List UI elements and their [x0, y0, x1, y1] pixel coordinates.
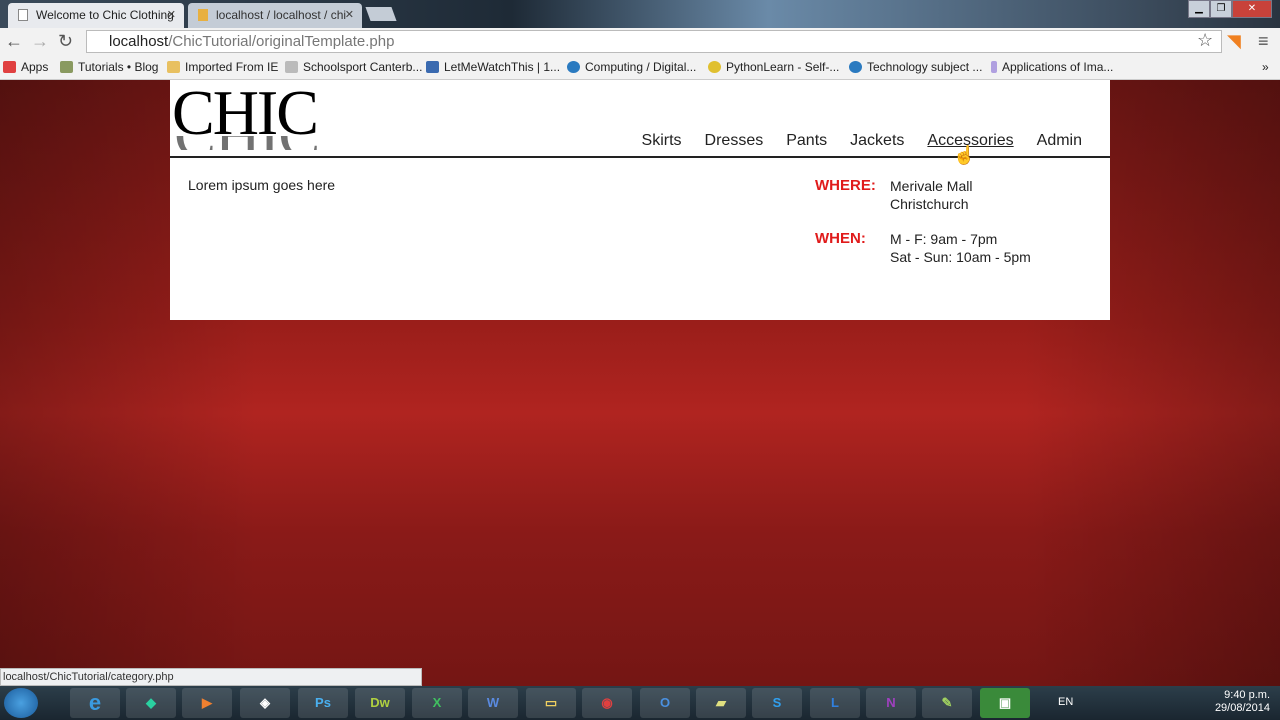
forward-icon[interactable]: →: [31, 31, 49, 52]
url-host: localhost: [109, 33, 169, 50]
body-text: Lorem ipsum goes here: [188, 177, 336, 193]
nav-admin[interactable]: Admin: [1037, 132, 1082, 150]
tab-phpmyadmin[interactable]: localhost / localhost / chi ✕: [188, 3, 362, 28]
time: 9:40 p.m.: [1224, 689, 1270, 701]
start-button[interactable]: [4, 688, 38, 718]
language-indicator[interactable]: EN: [1058, 696, 1073, 708]
maximize-button[interactable]: ❐: [1210, 0, 1232, 18]
skype-icon[interactable]: S: [752, 688, 802, 718]
where-label: WHERE:: [815, 177, 876, 194]
editor-icon[interactable]: ✎: [922, 688, 972, 718]
page-icon: [18, 9, 28, 21]
nav-jackets[interactable]: Jackets: [850, 132, 904, 150]
when-line: M - F: 9am - 7pm: [890, 231, 998, 247]
more-bookmarks-icon[interactable]: »: [1262, 60, 1269, 74]
media-icon[interactable]: ▶: [182, 688, 232, 718]
bookmark[interactable]: Applications of Ima...: [991, 60, 1113, 74]
close-tab-icon[interactable]: ✕: [167, 8, 176, 21]
explorer-icon[interactable]: ▭: [526, 688, 576, 718]
clock[interactable]: 9:40 p.m. 29/08/2014: [1215, 689, 1270, 715]
menu-icon[interactable]: ≡: [1258, 31, 1269, 52]
close-tab-icon[interactable]: ✕: [345, 8, 354, 21]
bookmark[interactable]: PythonLearn - Self-...: [708, 60, 839, 74]
when-label: WHEN:: [815, 230, 866, 247]
where-line: Merivale Mall: [890, 178, 973, 194]
tab-active[interactable]: Welcome to Chic Clothing ✕: [8, 3, 184, 28]
window-controls: ▁ ❐ ✕: [1188, 0, 1272, 18]
tab-title: localhost / localhost / chi: [216, 8, 347, 22]
page-viewport: CHIC CHIC Skirts Dresses Pants Jackets A…: [0, 80, 1280, 686]
chrome-icon[interactable]: ◉: [582, 688, 632, 718]
word-icon[interactable]: W: [468, 688, 518, 718]
bookmark[interactable]: Tutorials • Blog: [60, 60, 158, 74]
new-tab-button[interactable]: [365, 7, 397, 21]
star-icon[interactable]: ☆: [1197, 30, 1213, 51]
excel-icon[interactable]: X: [412, 688, 462, 718]
minimize-button[interactable]: ▁: [1188, 0, 1210, 18]
pma-icon: [198, 9, 208, 21]
close-window-button[interactable]: ✕: [1232, 0, 1272, 18]
camtasia-icon[interactable]: ▣: [980, 688, 1030, 718]
unity-icon[interactable]: ◈: [240, 688, 290, 718]
browser-toolbar: ← → ↻ localhost/ChicTutorial/originalTem…: [0, 28, 1280, 55]
address-bar[interactable]: localhost/ChicTutorial/originalTemplate.…: [86, 30, 1222, 53]
nav-dresses[interactable]: Dresses: [705, 132, 764, 150]
bookmark[interactable]: Imported From IE: [167, 60, 278, 74]
reload-icon[interactable]: ↻: [58, 31, 73, 52]
dreamweaver-icon[interactable]: Dw: [355, 688, 405, 718]
outlook-icon[interactable]: O: [640, 688, 690, 718]
sticky-notes-icon[interactable]: ▰: [696, 688, 746, 718]
ethereum-icon[interactable]: ◆: [126, 688, 176, 718]
tab-title: Welcome to Chic Clothing: [36, 8, 174, 22]
nav-pants[interactable]: Pants: [786, 132, 827, 150]
photoshop-icon[interactable]: Ps: [298, 688, 348, 718]
main-nav: Skirts Dresses Pants Jackets Accessories…: [642, 132, 1082, 150]
hand-cursor-icon: ☝: [953, 145, 976, 165]
bookmark[interactable]: Schoolsport Canterb...: [285, 60, 422, 74]
when-line: Sat - Sun: 10am - 5pm: [890, 249, 1031, 265]
taskbar: e ◆ ▶ ◈ Ps Dw X W ▭ ◉ O ▰ S L N ✎ ▣ EN 9…: [0, 686, 1280, 720]
back-icon[interactable]: ←: [5, 31, 23, 52]
rss-icon[interactable]: ◥: [1227, 31, 1241, 52]
bookmark[interactable]: Computing / Digital...: [567, 60, 696, 74]
date: 29/08/2014: [1214, 702, 1270, 714]
where-line: Christchurch: [890, 196, 969, 212]
site-container: CHIC CHIC Skirts Dresses Pants Jackets A…: [170, 80, 1110, 320]
bookmark[interactable]: Technology subject ...: [849, 60, 982, 74]
logo-reflection: CHIC: [174, 136, 319, 150]
bookmark[interactable]: Apps: [3, 60, 48, 74]
lync-icon[interactable]: L: [810, 688, 860, 718]
onenote-icon[interactable]: N: [866, 688, 916, 718]
ie-icon[interactable]: e: [70, 688, 120, 718]
bookmark[interactable]: LetMeWatchThis | 1...: [426, 60, 560, 74]
url-path: /ChicTutorial/originalTemplate.php: [168, 33, 395, 50]
nav-skirts[interactable]: Skirts: [642, 132, 682, 150]
tab-bar: Welcome to Chic Clothing ✕ localhost / lo…: [0, 0, 1280, 28]
status-bar: localhost/ChicTutorial/category.php: [0, 668, 422, 686]
